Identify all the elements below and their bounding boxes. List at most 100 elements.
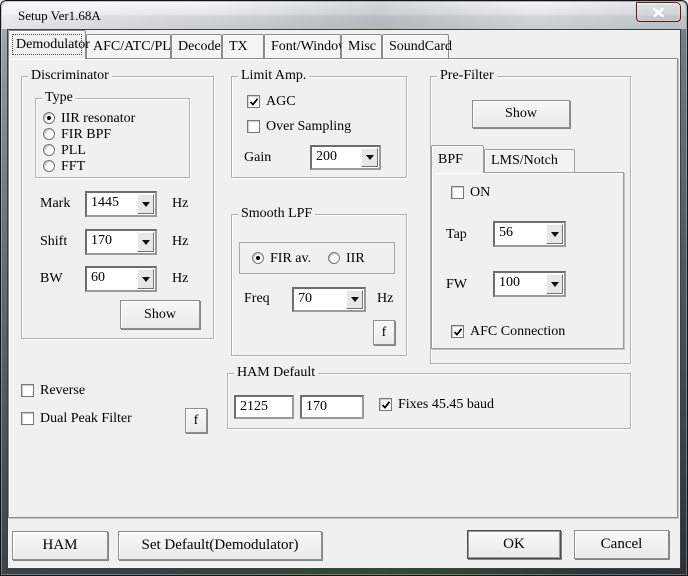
- tab-tx[interactable]: TX: [222, 34, 264, 58]
- shift-value: 170: [87, 231, 136, 253]
- reverse-label[interactable]: Reverse: [40, 382, 85, 399]
- tab-font-window[interactable]: Font/Window: [264, 34, 341, 58]
- pre-filter-group-label: Pre-Filter: [437, 67, 497, 84]
- afc-connection-label[interactable]: AFC Connection: [470, 323, 565, 340]
- dialog-body: Demodulator AFC/ATC/PLL Decode TX Font/W…: [8, 30, 680, 568]
- fw-combobox[interactable]: 100: [493, 271, 566, 297]
- titlebar[interactable]: Setup Ver1.68A: [2, 2, 686, 29]
- ham-button[interactable]: HAM: [12, 531, 108, 560]
- tab-label: Demodulator: [16, 37, 90, 53]
- fir-av-label[interactable]: FIR av.: [270, 250, 311, 267]
- tab-label: SoundCard: [389, 39, 452, 55]
- ham-mark-field[interactable]: [234, 395, 294, 419]
- dual-peak-filter-label[interactable]: Dual Peak Filter: [40, 410, 132, 427]
- ham-default-group: HAM Default Fixes 45.45 baud: [227, 373, 631, 429]
- bw-unit: Hz: [172, 270, 188, 287]
- set-default-button[interactable]: Set Default(Demodulator): [118, 531, 322, 560]
- set-default-button-label: Set Default(Demodulator): [141, 537, 298, 554]
- dual-peak-filter-checkbox[interactable]: [21, 412, 34, 425]
- subtab-bpf[interactable]: BPF: [431, 145, 484, 173]
- limit-amp-group-label: Limit Amp.: [238, 67, 309, 84]
- mark-unit: Hz: [172, 195, 188, 212]
- fw-dropdown-button[interactable]: [546, 274, 563, 294]
- type-pll-label[interactable]: PLL: [61, 142, 86, 159]
- tab-decode[interactable]: Decode: [171, 34, 222, 58]
- afc-connection-checkbox[interactable]: [451, 325, 464, 338]
- fw-label: FW: [446, 276, 467, 293]
- agc-label[interactable]: AGC: [266, 93, 296, 110]
- mark-label: Mark: [40, 195, 70, 212]
- dual-peak-f-button[interactable]: f: [185, 408, 207, 433]
- fixes-baud-label[interactable]: Fixes 45.45 baud: [398, 396, 494, 413]
- chevron-down-icon: [142, 240, 150, 245]
- fir-av-radio[interactable]: [252, 252, 264, 264]
- mark-combobox[interactable]: 1445: [85, 191, 157, 217]
- bpf-on-checkbox[interactable]: [451, 186, 464, 199]
- tap-dropdown-button[interactable]: [546, 224, 563, 244]
- show-button-label: Show: [505, 106, 537, 122]
- type-group-label: Type: [42, 89, 76, 106]
- ok-button[interactable]: OK: [467, 530, 561, 559]
- bw-dropdown-button[interactable]: [137, 269, 154, 289]
- shift-combobox[interactable]: 170: [85, 229, 157, 255]
- freq-dropdown-button[interactable]: [346, 290, 363, 309]
- ham-shift-field[interactable]: [300, 395, 364, 419]
- type-fir-bpf-radio[interactable]: [43, 128, 55, 140]
- mark-value: 1445: [87, 193, 136, 215]
- tab-page-demodulator: Discriminator Type IIR resonator FIR BPF…: [8, 58, 678, 518]
- chevron-down-icon: [366, 155, 374, 160]
- type-fft-radio[interactable]: [43, 160, 55, 172]
- tab-label: Decode: [178, 39, 221, 55]
- tab-misc[interactable]: Misc: [341, 34, 382, 58]
- pre-filter-show-button[interactable]: Show: [472, 100, 570, 128]
- mark-dropdown-button[interactable]: [137, 194, 154, 214]
- shift-dropdown-button[interactable]: [137, 232, 154, 252]
- type-iir-resonator-label[interactable]: IIR resonator: [61, 110, 135, 127]
- gain-value: 200: [312, 147, 360, 168]
- smooth-lpf-f-button[interactable]: f: [373, 320, 395, 345]
- cancel-button-label: Cancel: [601, 536, 643, 553]
- tab-afc-atc-pll[interactable]: AFC/ATC/PLL: [86, 34, 171, 58]
- close-button[interactable]: [636, 2, 681, 22]
- type-pll-radio[interactable]: [43, 144, 55, 156]
- freq-label: Freq: [244, 290, 270, 307]
- freq-combobox[interactable]: 70: [292, 287, 366, 312]
- tap-combobox[interactable]: 56: [493, 221, 566, 247]
- cancel-button[interactable]: Cancel: [574, 530, 669, 559]
- window-title: Setup Ver1.68A: [18, 8, 101, 24]
- subtab-label: LMS/Notch: [491, 153, 558, 169]
- bw-combobox[interactable]: 60: [85, 266, 157, 292]
- ok-button-label: OK: [503, 536, 525, 553]
- discriminator-group-label: Discriminator: [28, 67, 112, 84]
- gain-combobox[interactable]: 200: [310, 145, 381, 170]
- iir-radio[interactable]: [328, 252, 340, 264]
- close-icon: [653, 8, 664, 17]
- bpf-on-label[interactable]: ON: [470, 184, 490, 201]
- f-button-label: f: [194, 413, 199, 429]
- subtab-lms-notch[interactable]: LMS/Notch: [484, 149, 575, 172]
- gain-dropdown-button[interactable]: [361, 148, 378, 167]
- reverse-checkbox[interactable]: [21, 384, 34, 397]
- type-group: Type IIR resonator FIR BPF PLL FFT: [35, 98, 190, 178]
- type-iir-resonator-radio[interactable]: [43, 112, 55, 124]
- freq-value: 70: [294, 289, 345, 310]
- discriminator-show-button[interactable]: Show: [120, 300, 200, 329]
- pre-filter-group: Pre-Filter Show BPF LMS/Notch ON Tap: [430, 76, 631, 364]
- tap-label: Tap: [446, 226, 467, 243]
- chevron-down-icon: [551, 282, 559, 287]
- bw-label: BW: [40, 270, 63, 287]
- show-button-label: Show: [144, 307, 176, 323]
- chevron-down-icon: [551, 232, 559, 237]
- check-icon: [453, 327, 463, 337]
- subtab-label: BPF: [438, 152, 463, 168]
- tab-label: AFC/ATC/PLL: [93, 39, 179, 55]
- agc-checkbox[interactable]: [247, 95, 260, 108]
- type-fft-label[interactable]: FFT: [61, 158, 85, 175]
- tab-soundcard[interactable]: SoundCard: [382, 34, 449, 58]
- iir-label[interactable]: IIR: [346, 250, 365, 267]
- over-sampling-checkbox[interactable]: [247, 120, 260, 133]
- type-fir-bpf-label[interactable]: FIR BPF: [61, 126, 111, 143]
- fixes-baud-checkbox[interactable]: [379, 398, 392, 411]
- tab-demodulator[interactable]: Demodulator: [8, 30, 86, 59]
- over-sampling-label[interactable]: Over Sampling: [266, 118, 351, 135]
